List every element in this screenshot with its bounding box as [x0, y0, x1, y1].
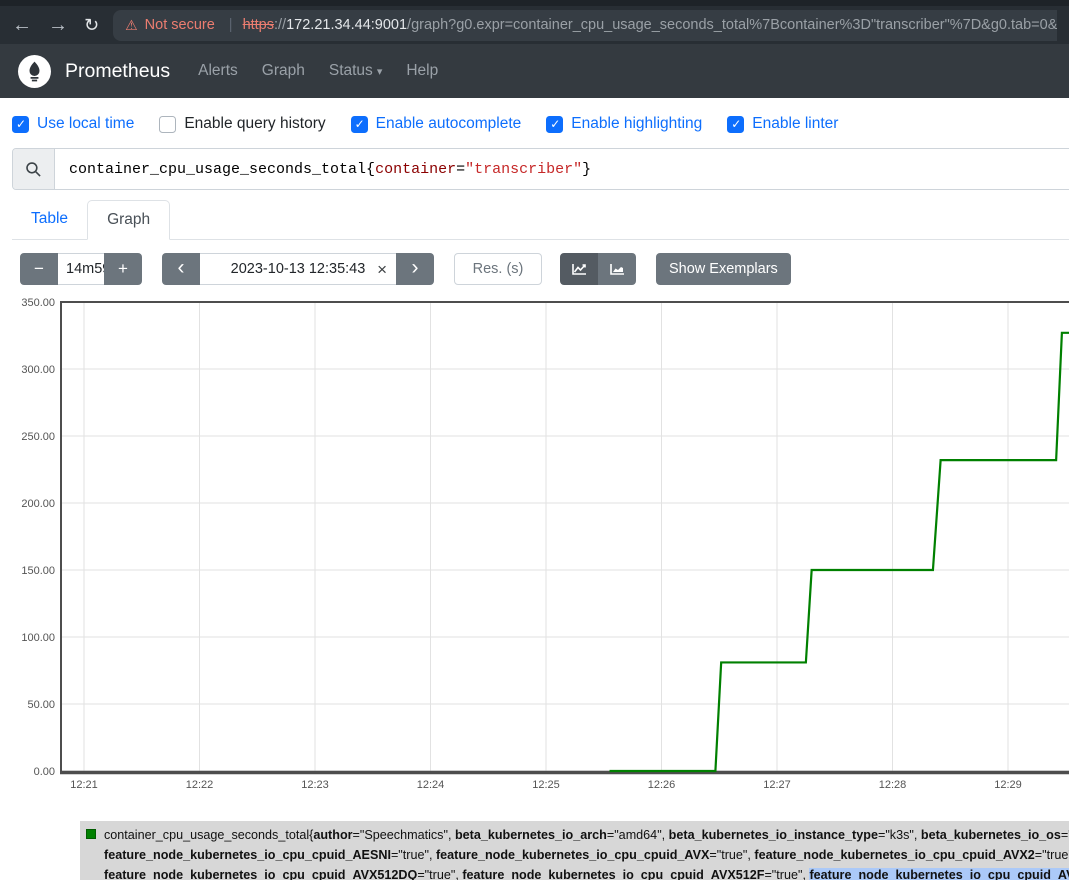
range-input[interactable] [58, 253, 104, 285]
nav-item-graph[interactable]: Graph [262, 62, 305, 80]
svg-text:12:24: 12:24 [417, 779, 445, 791]
nav-item-help[interactable]: Help [406, 62, 438, 80]
search-icon [25, 161, 42, 178]
series-color-swatch [86, 829, 96, 839]
checkbox-use-local-time[interactable]: Use local time [12, 115, 134, 133]
decrease-range-button[interactable]: − [20, 253, 58, 285]
chevron-down-icon: ▾ [377, 66, 383, 78]
stacked-chart-icon [609, 262, 626, 277]
checkbox-label: Enable highlighting [571, 115, 702, 133]
time-series-chart[interactable]: 0.00 50.00 100.00 150.00 200.00 250.00 300.00 3… [0, 297, 1069, 794]
back-icon[interactable]: ← [12, 15, 32, 35]
svg-text:12:26: 12:26 [648, 779, 676, 791]
legend-line: container_cpu_usage_seconds_total{author… [86, 825, 1069, 845]
time-control-group: ‹ 2023-10-13 12:35:43 × › [162, 253, 434, 285]
legend-line: feature_node_kubernetes_io_cpu_cpuid_AVX… [86, 865, 1069, 880]
nav-item-status[interactable]: Status▾ [329, 62, 382, 80]
reload-icon[interactable]: ↻ [84, 16, 99, 34]
series-line [610, 333, 1069, 771]
line-chart-icon [571, 262, 588, 277]
svg-text:12:23: 12:23 [301, 779, 329, 791]
not-secure-label[interactable]: Not secure [145, 17, 215, 33]
tab-graph[interactable]: Graph [87, 200, 170, 240]
checkbox-label: Enable autocomplete [376, 115, 522, 133]
checkbox-label: Enable query history [184, 115, 325, 133]
increase-range-button[interactable]: + [104, 253, 142, 285]
checkbox-label: Use local time [37, 115, 134, 133]
svg-text:150.00: 150.00 [21, 565, 55, 577]
url-separator: | [229, 17, 233, 33]
stacked-chart-toggle-button[interactable] [598, 253, 636, 285]
datetime-input[interactable]: 2023-10-13 12:35:43 × [200, 253, 396, 285]
resolution-input[interactable] [454, 253, 542, 285]
warning-icon: ⚠ [125, 17, 138, 34]
url-bar[interactable]: ⚠ Not secure | https://172.21.34.44:9001… [113, 10, 1057, 41]
checkbox-enable-query-history[interactable]: Enable query history [159, 115, 325, 133]
checkbox-icon[interactable] [12, 116, 29, 133]
panel-tabs: Table Graph [12, 200, 1069, 240]
flame-icon [24, 61, 45, 82]
range-control-group: − + [20, 253, 142, 285]
svg-text:12:28: 12:28 [879, 779, 907, 791]
svg-text:300.00: 300.00 [21, 364, 55, 376]
legend-item[interactable]: container_cpu_usage_seconds_total{author… [80, 821, 1069, 880]
svg-text:12:21: 12:21 [70, 779, 98, 791]
svg-text:12:25: 12:25 [532, 779, 560, 791]
svg-text:200.00: 200.00 [21, 498, 55, 510]
previous-time-button[interactable]: ‹ [162, 253, 200, 285]
graph-panel[interactable]: 0.00 50.00 100.00 150.00 200.00 250.00 300.00 3… [0, 297, 1069, 799]
next-time-button[interactable]: › [396, 253, 434, 285]
nav-item-alerts[interactable]: Alerts [198, 62, 238, 80]
chart-type-toggle [560, 253, 636, 285]
query-search-addon [13, 149, 55, 189]
legend-line: feature_node_kubernetes_io_cpu_cpuid_AES… [86, 845, 1069, 865]
brand-title[interactable]: Prometheus [65, 60, 170, 83]
checkbox-enable-highlighting[interactable]: Enable highlighting [546, 115, 702, 133]
checkbox-enable-linter[interactable]: Enable linter [727, 115, 838, 133]
svg-text:250.00: 250.00 [21, 431, 55, 443]
tab-table[interactable]: Table [12, 200, 87, 239]
graph-toolbar: − + ‹ 2023-10-13 12:35:43 × › Show Exemp… [20, 253, 1069, 285]
svg-text:50.00: 50.00 [27, 699, 55, 711]
svg-text:0.00: 0.00 [34, 766, 55, 778]
svg-text:12:29: 12:29 [994, 779, 1022, 791]
svg-text:12:22: 12:22 [186, 779, 214, 791]
options-row: Use local time Enable query history Enab… [12, 115, 1069, 133]
prometheus-navbar: Prometheus Alerts Graph Status▾ Help [0, 44, 1069, 98]
show-exemplars-button[interactable]: Show Exemplars [656, 253, 791, 285]
checkbox-icon[interactable] [159, 116, 176, 133]
checkbox-label: Enable linter [752, 115, 838, 133]
legend-text: container_cpu_usage_seconds_total{author… [86, 825, 1069, 880]
forward-icon[interactable]: → [48, 15, 68, 35]
prometheus-logo [18, 55, 51, 88]
checkbox-icon[interactable] [351, 116, 368, 133]
line-chart-toggle-button[interactable] [560, 253, 598, 285]
svg-text:350.00: 350.00 [21, 297, 55, 309]
svg-text:12:27: 12:27 [763, 779, 791, 791]
svg-text:100.00: 100.00 [21, 632, 55, 644]
datetime-value: 2023-10-13 12:35:43 [231, 261, 366, 277]
query-expression-input[interactable]: container_cpu_usage_seconds_total{contai… [55, 149, 1069, 189]
url-text: https://172.21.34.44:9001/graph?g0.expr=… [243, 17, 1057, 33]
checkbox-icon[interactable] [546, 116, 563, 133]
checkbox-enable-autocomplete[interactable]: Enable autocomplete [351, 115, 522, 133]
query-expression-bar: container_cpu_usage_seconds_total{contai… [12, 148, 1069, 190]
checkbox-icon[interactable] [727, 116, 744, 133]
clear-time-icon[interactable]: × [377, 261, 387, 278]
browser-toolbar: ← → ↻ ⚠ Not secure | https://172.21.34.4… [0, 0, 1069, 44]
